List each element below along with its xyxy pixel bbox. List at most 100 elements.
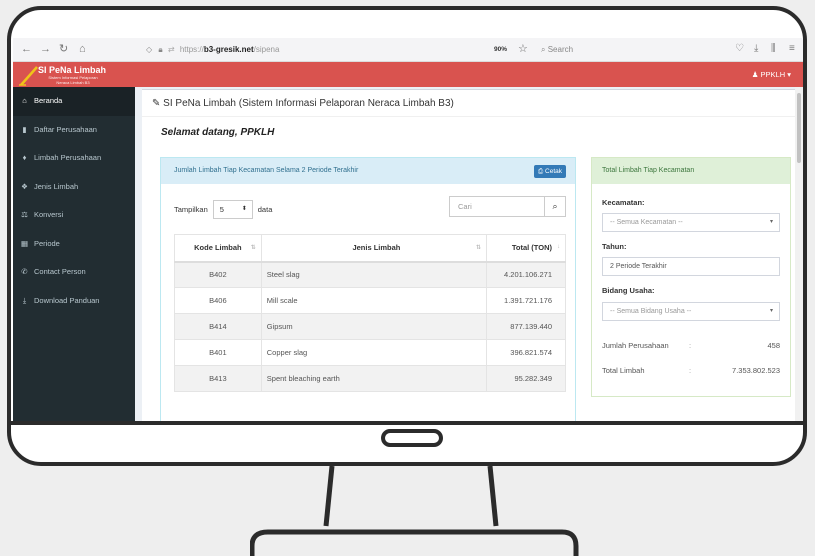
sidebar-item-label: Periode xyxy=(34,238,60,248)
kecamatan-select[interactable]: -- Semua Kecamatan -- ▾ xyxy=(602,213,780,232)
sort-icon: ⇅ xyxy=(250,245,256,251)
content-card: ✎ SI PeNa Limbah (Sistem Informasi Pelap… xyxy=(142,89,799,421)
sidebar-item-download-panduan[interactable]: ⤓ Download Panduan xyxy=(13,287,135,316)
cell-total: 1.391.721.176 xyxy=(486,287,566,314)
search-icon: ⌕ xyxy=(541,45,546,54)
cubes-icon: ❖ xyxy=(21,181,28,191)
flask-icon: ♦ xyxy=(22,153,27,163)
sidebar-item-label: Daftar Perusahaan xyxy=(34,124,97,134)
bookmark-star-icon[interactable]: ☆ xyxy=(518,42,528,55)
table-row: B406 Mill scale 1.391.721.176 xyxy=(174,287,566,314)
logo-mark-icon xyxy=(19,66,38,86)
page-title-text: SI PeNa Limbah (Sistem Informasi Pelapor… xyxy=(163,98,454,109)
arrow-left-icon[interactable]: ← xyxy=(21,43,32,55)
filter-panel: Total Limbah Tiap Kecamatan Kecamatan: -… xyxy=(591,157,791,397)
stat-label: Jumlah Perusahaan xyxy=(602,341,669,350)
logo-title: SI PeNa Limbah xyxy=(38,65,107,75)
cell-total: 396.821.574 xyxy=(486,339,566,366)
table-search-input[interactable]: Cari xyxy=(450,197,545,216)
tahun-label: Tahun: xyxy=(602,242,627,251)
sidebar-item-beranda[interactable]: ⌂ Beranda xyxy=(13,87,135,116)
arrow-right-icon[interactable]: → xyxy=(40,43,51,55)
scrollbar-thumb[interactable] xyxy=(797,93,801,163)
download-icon[interactable]: ⤓ xyxy=(754,43,758,54)
stat-label: Total Limbah xyxy=(602,366,645,375)
show-label: Tampilkan xyxy=(174,205,208,214)
browser-toolbar: ← → ↻ ⌂ ◇ 🔒︎ ⇄ https://b3-gresik.net/sip… xyxy=(13,38,803,62)
panel-heading: Total Limbah Tiap Kecamatan xyxy=(592,158,790,184)
column-header-jenis[interactable]: Jenis Limbah ⇅ xyxy=(260,234,488,263)
column-header-kode[interactable]: Kode Limbah ⇅ xyxy=(174,234,262,263)
page-scrollbar[interactable] xyxy=(795,87,803,421)
sidebar-item-daftar-perusahaan[interactable]: ▮ Daftar Perusahaan xyxy=(13,116,135,145)
column-label: Jenis Limbah xyxy=(352,243,401,253)
reload-icon[interactable]: ↻ xyxy=(59,43,68,55)
sidebar-item-label: Download Panduan xyxy=(34,295,100,305)
page-length-select[interactable]: 5 ⬍ xyxy=(212,200,253,219)
balance-icon: ⚖ xyxy=(21,210,28,220)
logo-subtitle: Sistem Informasi Pelaporan Neraca Limbah… xyxy=(38,75,108,85)
cell-jenis: Spent bleaching earth xyxy=(260,365,488,392)
sidebar-item-periode[interactable]: ▦ Periode xyxy=(13,230,135,259)
caret-down-icon: ▾ xyxy=(769,219,773,225)
print-label: Cetak xyxy=(545,168,562,175)
cell-kode: B401 xyxy=(174,339,262,366)
column-header-total[interactable]: Total (TON) ↓ xyxy=(486,234,566,263)
bidang-usaha-label: Bidang Usaha: xyxy=(602,286,655,295)
pocket-icon[interactable]: ♡ xyxy=(735,43,744,54)
browser-search-placeholder: Search xyxy=(547,45,574,54)
sidebar-item-limbah-perusahaan[interactable]: ♦ Limbah Perusahaan xyxy=(13,144,135,173)
cell-kode: B406 xyxy=(174,287,262,314)
search-icon[interactable]: ⌕ xyxy=(545,197,565,216)
app-header: SI PeNa Limbah Sistem Informasi Pelapora… xyxy=(13,62,803,87)
table-row: B401 Copper slag 396.821.574 xyxy=(174,339,566,366)
monitor-stand xyxy=(250,466,579,556)
main-content: ✎ SI PeNa Limbah (Sistem Informasi Pelap… xyxy=(135,87,803,421)
print-button[interactable]: ⎙ Cetak xyxy=(534,165,566,178)
cell-total: 877.139.440 xyxy=(486,313,566,340)
page-length-control: Tampilkan 5 ⬍ data xyxy=(174,200,272,219)
permissions-icon: ⇄ xyxy=(167,45,175,54)
pencil-icon: ✎ xyxy=(152,98,161,109)
table-row: B414 Gipsum 877.139.440 xyxy=(174,313,566,340)
stat-colon: : xyxy=(689,366,692,375)
sidebar-item-label: Jenis Limbah xyxy=(34,181,79,191)
sidebar-item-contact-person[interactable]: ✆ Contact Person xyxy=(13,258,135,287)
stat-value: 458 xyxy=(767,341,780,350)
cell-kode: B402 xyxy=(174,261,262,288)
cell-jenis: Copper slag xyxy=(260,339,488,366)
library-icon[interactable]: ⫼ xyxy=(771,43,776,54)
logo[interactable]: SI PeNa Limbah Sistem Informasi Pelapora… xyxy=(16,63,131,86)
user-icon: ♟ xyxy=(751,70,759,79)
zoom-level[interactable]: 90% xyxy=(494,46,507,53)
url-bar[interactable]: ◇ 🔒︎ ⇄ https://b3-gresik.net/sipena xyxy=(146,42,491,58)
url-path: /sipena xyxy=(253,45,280,54)
table-row: B413 Spent bleaching earth 95.282.349 xyxy=(174,365,566,392)
tahun-field[interactable]: 2 Periode Terakhir xyxy=(602,257,780,276)
sidebar-item-label: Beranda xyxy=(34,96,63,106)
caret-down-icon: ▾ xyxy=(769,308,773,314)
cell-kode: B414 xyxy=(174,313,262,340)
sidebar-item-konversi[interactable]: ⚖ Konversi xyxy=(13,201,135,230)
stat-value: 7.353.802.523 xyxy=(732,366,780,375)
jumlah-perusahaan-row: Jumlah Perusahaan : 458 xyxy=(602,341,780,353)
sidebar-item-label: Contact Person xyxy=(34,267,86,277)
sidebar-item-jenis-limbah[interactable]: ❖ Jenis Limbah xyxy=(13,173,135,202)
bidang-usaha-select[interactable]: -- Semua Bidang Usaha -- ▾ xyxy=(602,302,780,321)
shield-icon: ◇ xyxy=(146,45,153,54)
lock-icon: 🔒︎ xyxy=(158,45,163,54)
monitor-chin-divider xyxy=(10,421,804,425)
home-icon[interactable]: ⌂ xyxy=(79,43,86,55)
cell-jenis: Gipsum xyxy=(260,313,488,340)
user-menu[interactable]: ♟ PPKLH ▾ xyxy=(752,70,791,79)
menu-icon[interactable]: ≡ xyxy=(789,43,795,54)
cell-jenis: Mill scale xyxy=(260,287,488,314)
home-icon: ⌂ xyxy=(22,96,27,106)
cell-jenis: Steel slag xyxy=(260,261,488,288)
welcome-message: Selamat datang, PPKLH xyxy=(161,127,275,138)
logo-subtitle-line2: Neraca Limbah B3 xyxy=(56,80,90,85)
url-prefix: https:// xyxy=(179,45,204,54)
browser-search-input[interactable]: ⌕ Search xyxy=(541,42,661,58)
show-suffix: data xyxy=(257,205,273,214)
user-name: PPKLH xyxy=(760,70,786,79)
